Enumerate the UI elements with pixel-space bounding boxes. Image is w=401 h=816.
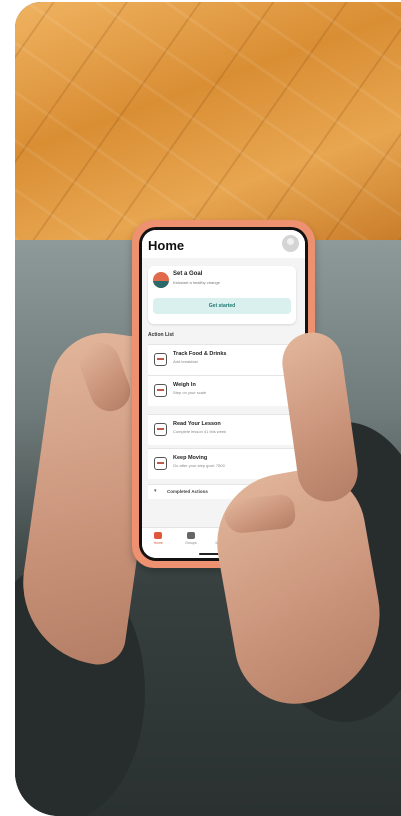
action-item-read-lesson[interactable]: Read Your Lesson Complete lesson 41 this… (148, 414, 296, 445)
shoe-icon (154, 457, 167, 470)
home-icon (154, 532, 163, 539)
action-list-label: Action List (148, 332, 174, 338)
action-subtitle: Go after your step goal: 7500 (173, 463, 225, 468)
completed-actions-label: Completed Actions (167, 489, 208, 494)
action-item-weigh-in[interactable]: Weigh In Step on your scale (148, 375, 296, 406)
goal-card[interactable]: Set a Goal Kickstart a healthy change Ge… (148, 266, 296, 324)
action-title: Track Food & Drinks (173, 351, 227, 357)
get-started-button[interactable]: Get started (153, 298, 291, 314)
action-subtitle: Step on your scale (173, 390, 207, 395)
action-title: Keep Moving (173, 455, 208, 461)
goal-title: Set a Goal (173, 271, 203, 277)
app-header: Home (142, 230, 305, 258)
groups-icon (186, 532, 195, 539)
tab-home[interactable]: Home (143, 532, 173, 545)
photo-frame: Home Set a Goal Kickstart a healthy chan… (15, 2, 401, 816)
goal-subtitle: Kickstart a healthy change (173, 280, 220, 285)
chevron-down-icon: ▾ (154, 488, 157, 494)
tab-label: Home (153, 541, 163, 545)
goal-icon (153, 272, 169, 288)
book-icon (154, 423, 167, 436)
scale-icon (154, 384, 167, 397)
food-icon (154, 353, 167, 366)
tab-groups[interactable]: Groups (176, 532, 206, 545)
tab-label: Groups (185, 541, 197, 545)
action-title: Read Your Lesson (173, 421, 221, 427)
action-subtitle: Complete lesson 41 this week (173, 429, 227, 434)
avatar[interactable] (282, 235, 299, 252)
action-item-track-food[interactable]: Track Food & Drinks Add breakfast (148, 344, 296, 375)
wood-floor-background (15, 2, 401, 240)
action-subtitle: Add breakfast (173, 359, 198, 364)
action-title: Weigh In (173, 382, 196, 388)
page-title: Home (148, 238, 185, 253)
